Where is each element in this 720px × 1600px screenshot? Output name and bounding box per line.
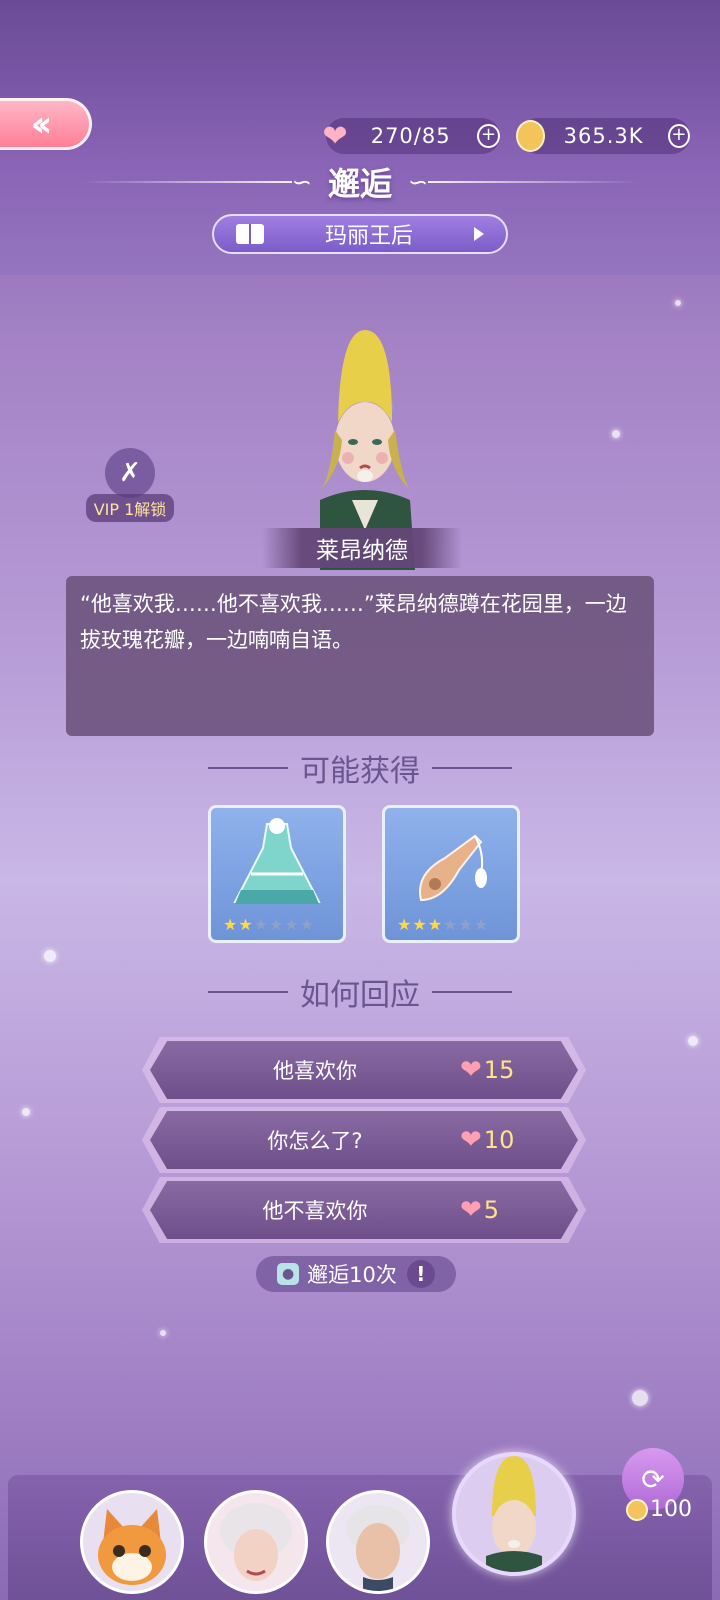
old-lady-avatar[interactable] [204, 1490, 308, 1594]
chapter-label: 玛丽王后 [324, 224, 413, 249]
lock-icon: ● [277, 1263, 300, 1285]
coin-icon [626, 1498, 648, 1521]
response-cost-value: 15 [483, 1056, 515, 1084]
heart-icon: ❤ [322, 118, 348, 154]
title-ornament-left [81, 181, 292, 183]
response-cost: ❤ 10 [460, 1125, 514, 1155]
responses-heading: 如何回应 [0, 972, 720, 1013]
response-label: 你怎么了? [267, 1129, 363, 1153]
reward-rating: ★★★★★★ [223, 915, 316, 934]
response-cost-value: 5 [483, 1196, 500, 1224]
sparkle [688, 1036, 698, 1046]
swap-cost: 100 [626, 1497, 692, 1522]
teal-dress-icon [233, 818, 321, 904]
gentleman-face-icon [346, 1505, 410, 1591]
info-button[interactable]: ! [406, 1260, 435, 1288]
leonard-face-icon [486, 1456, 542, 1572]
lute-accessory-icon [419, 834, 487, 902]
old-lady-face-icon [220, 1503, 292, 1581]
book-icon [236, 224, 264, 244]
encounter-count-tag: ● 邂逅10次 ! [256, 1256, 456, 1292]
swirl-left-icon: ∽ [291, 168, 312, 196]
heart-icon: ❤ [460, 1125, 482, 1155]
title-ornament-right [428, 181, 639, 183]
reward-item-lute[interactable]: ★★★★★★ [382, 805, 520, 943]
locked-skip-icon: ✗ [105, 448, 155, 498]
sparkle [675, 300, 681, 306]
rewards-heading-text: 可能获得 [300, 754, 420, 789]
cat-face-icon [98, 1509, 166, 1585]
character-name: 莱昂纳德 [262, 528, 462, 568]
heart-icon: ❤ [460, 1055, 482, 1085]
reward-rating: ★★★★★★ [397, 915, 490, 934]
back-button[interactable]: ‹‹ [0, 98, 92, 150]
double-chevron-left-icon: ‹‹ [30, 103, 52, 145]
add-coins-button[interactable]: + [667, 124, 690, 148]
story-dialog: “他喜欢我……他不喜欢我……”莱昂纳德蹲在花园里，一边拔玫瑰花瓣，一边喃喃自语。 [66, 576, 654, 736]
divider [432, 991, 512, 993]
response-cost: ❤ 5 [460, 1195, 499, 1225]
page-title-row: ∽ 邂逅 ∽ [0, 160, 720, 204]
sparkle [22, 1108, 30, 1116]
divider [432, 767, 512, 769]
coin-icon [516, 120, 546, 152]
stamina-value: 270/85 [370, 124, 451, 148]
chapter-selector[interactable]: 玛丽王后 [212, 214, 508, 254]
page-title: 邂逅 [327, 165, 392, 203]
response-cost: ❤ 15 [460, 1055, 514, 1085]
add-stamina-button[interactable]: + [477, 124, 500, 148]
vip-skip-lock[interactable]: ✗ VIP 1解锁 [80, 448, 180, 522]
sparkle [44, 950, 56, 962]
response-option-3[interactable]: 他不喜欢你 ❤ 5 [150, 1181, 578, 1239]
gentleman-avatar[interactable] [326, 1490, 430, 1594]
heart-icon: ❤ [460, 1195, 482, 1225]
sparkle [632, 1390, 648, 1406]
response-option-1[interactable]: 他喜欢你 ❤ 15 [150, 1041, 578, 1099]
responses-heading-text: 如何回应 [300, 978, 420, 1013]
rewards-heading: 可能获得 [0, 748, 720, 789]
vip-unlock-label: VIP 1解锁 [85, 494, 175, 522]
leonard-avatar[interactable] [452, 1452, 576, 1576]
cat-avatar[interactable] [80, 1490, 184, 1594]
response-label: 他喜欢你 [273, 1059, 357, 1083]
response-cost-value: 10 [483, 1126, 515, 1154]
chevron-right-icon [474, 227, 484, 241]
refresh-icon: ⟳ [641, 1462, 665, 1496]
divider [208, 767, 288, 769]
coin-value: 365.3K [563, 124, 644, 148]
stamina-counter: ❤ 270/85 + [323, 118, 500, 154]
coin-counter: 365.3K + [516, 118, 690, 154]
response-option-2[interactable]: 你怎么了? ❤ 10 [150, 1111, 578, 1169]
swirl-right-icon: ∽ [408, 168, 429, 196]
divider [208, 991, 288, 993]
encounter-count-label: 邂逅10次 [307, 1263, 397, 1287]
sparkle [612, 430, 620, 438]
sparkle [160, 1330, 166, 1336]
response-label: 他不喜欢你 [262, 1199, 368, 1223]
reward-item-dress[interactable]: ★★★★★★ [208, 805, 346, 943]
swap-cost-value: 100 [650, 1497, 692, 1522]
